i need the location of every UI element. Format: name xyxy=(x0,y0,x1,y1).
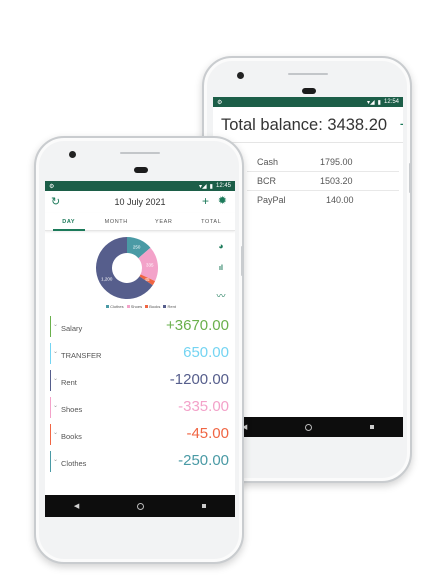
legend-label: Shoes xyxy=(130,304,143,309)
pie-chart-icon[interactable]: ◕ xyxy=(215,241,227,265)
transaction-amount: +3670.00 xyxy=(166,317,229,334)
period-tabs: DAY MONTH YEAR TOTAL xyxy=(45,213,235,231)
category-color-bar xyxy=(50,397,51,418)
toolbar: ↻ 10 July 2021 + ✹ xyxy=(45,191,235,213)
transaction-name: Rent xyxy=(61,378,77,387)
transaction-name: TRANSFER xyxy=(61,351,102,360)
status-bar: ⚙ ▾◢ ▮ 12:54 xyxy=(213,97,403,107)
transaction-row[interactable]: ⌄ Books -45.00 xyxy=(49,421,229,448)
recents-nav-icon[interactable] xyxy=(370,425,375,429)
legend-swatch-shoes xyxy=(126,305,130,309)
status-time: 12:54 xyxy=(383,99,399,105)
chevron-down-icon[interactable]: ⌄ xyxy=(53,402,58,409)
status-bar: ⚙ ▾◢ ▮ 12:45 xyxy=(45,181,235,191)
donut-chart-svg: 250335451,200 xyxy=(96,237,158,299)
chevron-down-icon[interactable]: ⌄ xyxy=(53,429,58,436)
plus-icon[interactable]: + xyxy=(400,116,403,134)
tab-total[interactable]: TOTAL xyxy=(188,213,236,230)
plus-icon[interactable]: + xyxy=(202,194,209,208)
account-name: BCR xyxy=(257,176,277,186)
slice-label: 335 xyxy=(146,262,154,267)
speaker-grille xyxy=(288,73,328,75)
slice-label: 1,200 xyxy=(101,276,113,281)
category-color-bar xyxy=(50,451,51,472)
front-camera xyxy=(237,72,244,79)
home-nav-icon[interactable] xyxy=(305,423,313,431)
transaction-row[interactable]: ⌄ Shoes -335.00 xyxy=(49,394,229,421)
transaction-amount: -1200.00 xyxy=(169,371,229,388)
category-color-bar xyxy=(50,424,51,445)
transaction-name: Clothes xyxy=(61,459,87,468)
category-color-bar xyxy=(50,343,51,364)
transaction-name: Shoes xyxy=(61,405,83,414)
signal-icon: ▾◢ xyxy=(367,99,375,106)
legend-label: Books xyxy=(149,304,161,309)
account-name: Cash xyxy=(257,157,279,167)
transaction-row[interactable]: ⌄ Clothes -250.00 xyxy=(49,448,229,475)
nav-bar: ◀ xyxy=(45,495,235,517)
transaction-amount: -45.00 xyxy=(186,425,229,442)
total-balance-text: Total balance: 3438.20 xyxy=(221,116,388,134)
account-value: 140.00 xyxy=(326,195,354,205)
transaction-row[interactable]: ⌄ Rent -1200.00 xyxy=(49,367,229,394)
side-button xyxy=(241,246,244,276)
donut-chart[interactable]: 250 335 45 1,200 xyxy=(95,236,159,300)
bar-chart-icon[interactable]: ıl xyxy=(215,265,227,289)
legend-label: Clothes xyxy=(110,304,124,309)
chevron-down-icon[interactable]: ⌄ xyxy=(53,375,58,382)
account-row[interactable]: Cash 1795.00 xyxy=(247,153,399,172)
recents-nav-icon[interactable] xyxy=(202,504,207,508)
chart-type-icons: ◕ ıl 〰 xyxy=(215,241,227,313)
account-value: 1795.00 xyxy=(320,157,353,167)
transaction-name: Books xyxy=(61,432,82,441)
signal-icon: ▾◢ xyxy=(199,183,207,190)
front-phone: ⚙ ▾◢ ▮ 12:45 ↻ 10 July 2021 + ✹ DAY MONT… xyxy=(34,136,244,564)
front-phone-screen: ⚙ ▾◢ ▮ 12:45 ↻ 10 July 2021 + ✹ DAY MONT… xyxy=(45,181,235,517)
status-time: 12:45 xyxy=(215,183,231,189)
tab-year[interactable]: YEAR xyxy=(140,213,188,230)
transaction-name: Salary xyxy=(61,324,83,333)
tab-month[interactable]: MONTH xyxy=(93,213,141,230)
battery-icon: ▮ xyxy=(377,99,381,106)
notification-icon: ⚙ xyxy=(217,99,223,106)
chevron-down-icon[interactable]: ⌄ xyxy=(53,456,58,463)
speaker-grille xyxy=(120,152,160,154)
legend-swatch-books xyxy=(145,305,149,309)
tab-day[interactable]: DAY xyxy=(45,213,93,231)
transaction-row[interactable]: ⌄ Salary +3670.00 xyxy=(49,313,229,340)
gear-icon[interactable]: ✹ xyxy=(218,194,227,207)
account-value: 1503.20 xyxy=(320,176,353,186)
legend-swatch-clothes xyxy=(106,305,110,309)
transaction-amount: -250.00 xyxy=(178,452,229,469)
earpiece xyxy=(134,167,148,173)
category-color-bar xyxy=(50,370,51,391)
slice-label: 250 xyxy=(133,245,141,250)
front-camera xyxy=(69,151,76,158)
legend-label: Rent xyxy=(167,304,176,309)
battery-icon: ▮ xyxy=(209,183,213,190)
category-color-bar xyxy=(50,316,51,337)
chart-legend: Clothes Shoes Books Rent xyxy=(45,304,235,309)
account-row[interactable]: BCR 1503.20 xyxy=(247,172,399,191)
chevron-down-icon[interactable]: ⌄ xyxy=(53,321,58,328)
earpiece xyxy=(302,88,316,94)
back-nav-icon[interactable]: ◀ xyxy=(74,502,79,510)
account-name: PayPal xyxy=(257,195,286,205)
notification-icon: ⚙ xyxy=(49,183,55,190)
home-nav-icon[interactable] xyxy=(137,502,145,510)
trend-line-icon[interactable]: 〰 xyxy=(215,289,227,313)
divider xyxy=(213,142,403,143)
side-button xyxy=(409,163,412,193)
transaction-amount: -335.00 xyxy=(178,398,229,415)
chevron-down-icon[interactable]: ⌄ xyxy=(53,348,58,355)
transaction-row[interactable]: ⌄ TRANSFER 650.00 xyxy=(49,340,229,367)
total-balance-title: Total balance: 3438.20 + xyxy=(221,116,403,135)
account-row[interactable]: PayPal 140.00 xyxy=(247,191,399,210)
transaction-amount: 650.00 xyxy=(183,344,229,361)
